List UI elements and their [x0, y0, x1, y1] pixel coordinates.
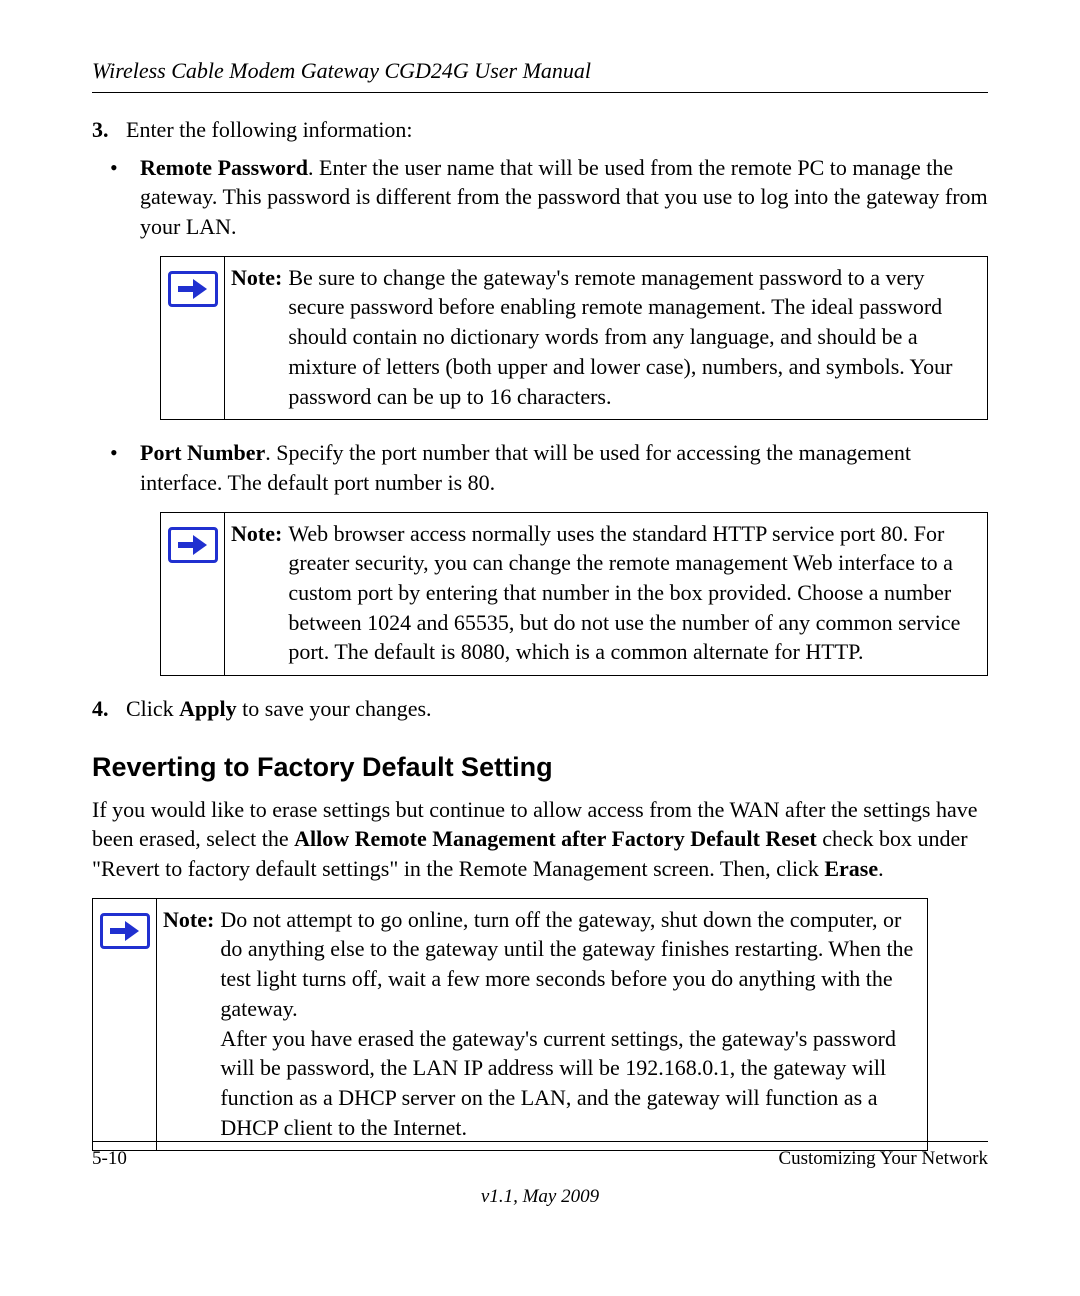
arrow-icon	[168, 271, 218, 307]
footer-row: 5-10 Customizing Your Network	[92, 1148, 988, 1170]
note-text-cell: Note: Be sure to change the gateway's re…	[225, 257, 987, 419]
bullet-port-number: • Port Number. Specify the port number t…	[92, 438, 988, 497]
note-icon-cell	[93, 899, 157, 1151]
step-body: Click Apply to save your changes.	[126, 694, 988, 724]
note-box-password: Note: Be sure to change the gateway's re…	[160, 256, 988, 420]
note-body: Web browser access normally uses the sta…	[288, 519, 977, 667]
note-icon-cell	[161, 513, 225, 675]
note-box-factory-reset: Note: Do not attempt to go online, turn …	[92, 898, 928, 1152]
section-paragraph: If you would like to erase settings but …	[92, 795, 988, 884]
step-bold: Apply	[179, 696, 236, 721]
step-post: to save your changes.	[237, 696, 432, 721]
bullet-body: Port Number. Specify the port number tha…	[140, 438, 988, 497]
bullet-bold: Remote Password	[140, 155, 308, 180]
note-box-port: Note: Web browser access normally uses t…	[160, 512, 988, 676]
step-pre: Click	[126, 696, 179, 721]
note-icon-cell	[161, 257, 225, 419]
note-label: Note:	[231, 519, 288, 549]
note-body: Do not attempt to go online, turn off th…	[220, 905, 917, 1143]
step-number: 3.	[92, 115, 126, 145]
bullet-list-2: • Port Number. Specify the port number t…	[92, 438, 988, 497]
step-text: Enter the following information:	[126, 115, 988, 145]
page-number: 5-10	[92, 1148, 127, 1170]
footer-rule	[92, 1141, 988, 1142]
bullet-remote-password: • Remote Password. Enter the user name t…	[92, 153, 988, 242]
arrow-icon	[100, 913, 150, 949]
footer-version: v1.1, May 2009	[92, 1186, 988, 1208]
document-page: Wireless Cable Modem Gateway CGD24G User…	[0, 0, 1080, 1296]
para-bold-allow-remote: Allow Remote Management after Factory De…	[294, 826, 817, 851]
step-4: 4. Click Apply to save your changes.	[92, 694, 988, 724]
note-text-cell: Note: Do not attempt to go online, turn …	[157, 899, 927, 1151]
step-number: 4.	[92, 694, 126, 724]
note-body-p2: After you have erased the gateway's curr…	[220, 1026, 896, 1140]
bullet-list: • Remote Password. Enter the user name t…	[92, 153, 988, 242]
header-rule	[92, 92, 988, 93]
bullet-dot: •	[92, 438, 140, 468]
page-footer: 5-10 Customizing Your Network v1.1, May …	[92, 1141, 988, 1208]
note-body: Be sure to change the gateway's remote m…	[288, 263, 977, 411]
note-label: Note:	[163, 905, 220, 935]
step-3: 3. Enter the following information:	[92, 115, 988, 145]
note-body-p1: Do not attempt to go online, turn off th…	[220, 907, 913, 1021]
note-label: Note:	[231, 263, 288, 293]
section-heading: Reverting to Factory Default Setting	[92, 752, 988, 783]
arrow-icon	[168, 527, 218, 563]
para-bold-erase: Erase	[824, 856, 878, 881]
bullet-body: Remote Password. Enter the user name tha…	[140, 153, 988, 242]
note-text-cell: Note: Web browser access normally uses t…	[225, 513, 987, 675]
bullet-bold: Port Number	[140, 440, 265, 465]
para-post: .	[878, 856, 884, 881]
chapter-name: Customizing Your Network	[778, 1148, 988, 1170]
bullet-dot: •	[92, 153, 140, 183]
running-header: Wireless Cable Modem Gateway CGD24G User…	[92, 58, 988, 92]
